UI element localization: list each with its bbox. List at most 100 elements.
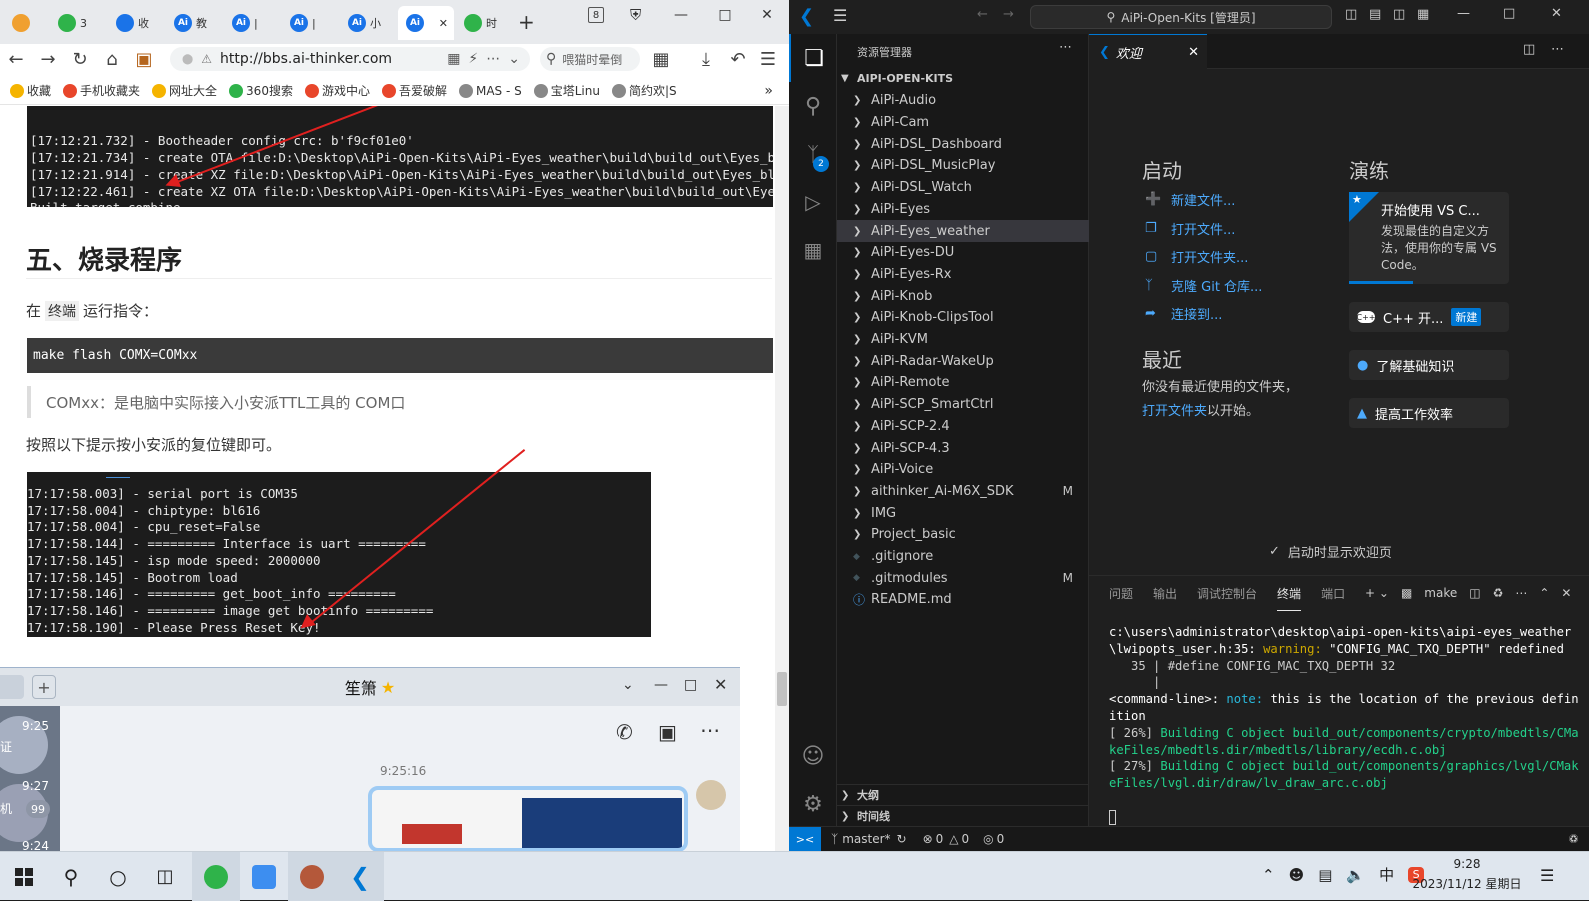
more-icon[interactable]: ⋯	[1515, 586, 1527, 600]
file-item[interactable]: ◆ .gitmodules M	[837, 567, 1089, 589]
bookmark-item[interactable]: 360搜索	[229, 82, 293, 99]
chevron-up-icon[interactable]: ⌃	[1539, 586, 1549, 600]
browser-360-icon[interactable]	[192, 852, 240, 901]
feishu-icon[interactable]	[240, 852, 288, 901]
browser-tab[interactable]: Ai ✕	[398, 6, 454, 40]
search-icon[interactable]: ⚲	[789, 82, 837, 130]
chevron-down-icon[interactable]: ⌄	[508, 51, 520, 67]
chevron-right-icon[interactable]: »	[764, 83, 773, 99]
walkthrough-get-started[interactable]: ★ 开始使用 VS C... 发现最佳的自定义方法，使用你的专属 VS Code…	[1349, 192, 1509, 284]
phone-icon[interactable]: ✆	[616, 720, 633, 744]
layout-icon[interactable]: ▦	[1417, 7, 1429, 22]
bookmark-item[interactable]: 简约欢|S	[611, 82, 677, 99]
back-button[interactable]: ←	[0, 44, 32, 74]
folder-item[interactable]: ❯ AiPi-SCP-4.3	[837, 437, 1089, 459]
file-item[interactable]: ⓘ README.md	[837, 589, 1089, 611]
reload-button[interactable]: ↻	[64, 44, 96, 74]
walkthrough-cpp[interactable]: C++ C++ 开... 新建	[1349, 302, 1509, 332]
bookmark-item[interactable]: 游戏中心	[304, 82, 370, 99]
lightning-icon[interactable]: ⚡	[468, 51, 478, 67]
folder-item[interactable]: ❯ AiPi-KVM	[837, 329, 1089, 351]
forward-button[interactable]: →	[32, 44, 64, 74]
start-link[interactable]: ❐ 打开文件...	[1145, 219, 1235, 238]
panel-tab[interactable]: 问题	[1109, 576, 1133, 611]
folder-item[interactable]: ❯ AiPi-Remote	[837, 372, 1089, 394]
remote-indicator[interactable]: ><	[789, 826, 821, 852]
folder-item[interactable]: ❯ AiPi-Voice	[837, 459, 1089, 481]
folder-item[interactable]: ❯ IMG	[837, 502, 1089, 524]
qq-icon[interactable]	[288, 852, 336, 901]
bookmark-item[interactable]: MAS - S	[458, 83, 522, 98]
warning-count[interactable]: 0	[962, 832, 970, 846]
more-icon[interactable]: ⋯	[486, 51, 500, 67]
trash-icon[interactable]: ♻	[1493, 586, 1504, 600]
start-link[interactable]: ➕ 新建文件...	[1145, 190, 1235, 209]
list-toggle[interactable]	[0, 675, 24, 699]
folder-item[interactable]: ❯ AiPi-DSL_Dashboard	[837, 133, 1089, 155]
folder-item[interactable]: ❯ AiPi-Eyes-DU	[837, 242, 1089, 264]
folder-item[interactable]: ❯ aithinker_Ai-M6X_SDK M	[837, 481, 1089, 503]
bookmark-item[interactable]: 网址大全	[152, 82, 217, 99]
minimize-icon[interactable]: —	[654, 677, 668, 693]
folder-item[interactable]: ❯ AiPi-SCP-2.4	[837, 416, 1089, 438]
folder-item[interactable]: ❯ AiPi-SCP_SmartCtrl	[837, 394, 1089, 416]
cortana-icon[interactable]: ○	[94, 852, 142, 901]
timeline-section[interactable]: ❯ 时间线	[837, 805, 1089, 827]
task-view-icon[interactable]: ◫	[141, 852, 189, 901]
more-icon[interactable]: ⋯	[1059, 40, 1072, 55]
clock[interactable]: 9:28 2023/11/12 星期日	[1412, 854, 1522, 894]
vscode-icon[interactable]: ❮	[336, 852, 384, 901]
minimize-icon[interactable]: —	[664, 4, 698, 26]
terminal-output[interactable]: c:\users\administrator\desktop\aipi-open…	[1109, 624, 1579, 792]
split-terminal-icon[interactable]: ◫	[1469, 586, 1480, 600]
volume-icon[interactable]: 🔈	[1346, 866, 1365, 884]
maximize-icon[interactable]: □	[1503, 6, 1515, 21]
close-icon[interactable]: ✕	[714, 675, 727, 694]
browser-tab[interactable]	[4, 6, 48, 40]
explorer-icon[interactable]: ❏	[789, 34, 837, 82]
apps-grid-icon[interactable]: ▦	[645, 44, 677, 74]
notification-icon[interactable]: ♽	[1568, 832, 1579, 846]
scrollbar-thumb[interactable]	[777, 672, 787, 706]
maximize-icon[interactable]: □	[708, 4, 742, 26]
file-item[interactable]: ◆ .gitignore	[837, 546, 1089, 568]
add-icon[interactable]: +	[32, 675, 56, 699]
terminal-icon[interactable]: ▩	[1401, 586, 1412, 600]
maximize-icon[interactable]: □	[684, 677, 697, 693]
tab-count-badge[interactable]: 8	[588, 7, 604, 23]
menu-icon[interactable]: ☰	[752, 44, 784, 74]
wallet-icon[interactable]: ▣	[128, 44, 160, 74]
toggle-sidebar-icon[interactable]: ◫	[1345, 7, 1357, 22]
settings-gear-icon[interactable]: ⚙	[789, 780, 837, 828]
screenshot-icon[interactable]: ▦	[447, 51, 460, 67]
walkthrough-learn[interactable]: ● 了解基础知识	[1349, 350, 1509, 380]
minimize-icon[interactable]: —	[1457, 6, 1470, 21]
branch-name[interactable]: master*	[842, 832, 890, 846]
qq-tray-icon[interactable]: ☻	[1289, 866, 1305, 884]
folder-item[interactable]: ❯ AiPi-Radar-WakeUp	[837, 350, 1089, 372]
folder-item[interactable]: ❯ AiPi-DSL_Watch	[837, 177, 1089, 199]
video-icon[interactable]: ▣	[658, 720, 677, 744]
browser-tab[interactable]: 3	[50, 6, 106, 40]
account-icon[interactable]: ☺	[789, 732, 837, 780]
browser-tab[interactable]: Ai |	[282, 6, 338, 40]
chevron-down-icon[interactable]: ⌄	[622, 677, 634, 693]
browser-tab[interactable]: Ai 教	[166, 6, 222, 40]
windows-start-icon[interactable]	[0, 852, 48, 901]
panel-tab[interactable]: 终端	[1277, 576, 1302, 611]
toggle-secondary-icon[interactable]: ◫	[1393, 7, 1405, 22]
recent-open-folder-link[interactable]: 打开文件夹	[1142, 404, 1207, 419]
download-icon[interactable]: ⤓	[690, 44, 722, 74]
bookmark-item[interactable]: 手机收藏夹	[63, 82, 140, 99]
split-editor-icon[interactable]: ◫	[1523, 42, 1535, 57]
terminal-name[interactable]: make	[1424, 586, 1457, 600]
toggle-panel-icon[interactable]: ▤	[1369, 7, 1381, 22]
start-link[interactable]: ᛉ 克隆 Git 仓库...	[1145, 276, 1262, 295]
more-icon[interactable]: ⋯	[1551, 42, 1564, 57]
start-link[interactable]: ➦ 连接到...	[1145, 304, 1222, 323]
new-tab-icon[interactable]: +	[518, 10, 535, 34]
network-icon[interactable]: ▤	[1318, 866, 1332, 884]
root-folder[interactable]: ▼ AIPI-OPEN-KITS	[837, 68, 1089, 90]
page-scrollbar[interactable]	[775, 106, 789, 851]
start-link[interactable]: ▢ 打开文件夹...	[1145, 247, 1248, 266]
